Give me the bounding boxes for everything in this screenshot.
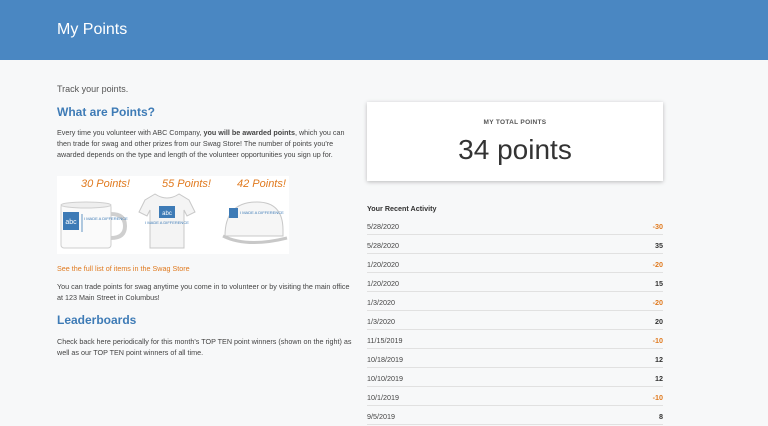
activity-row: 1/3/2020 20 (367, 311, 663, 330)
activity-points: -30 (652, 222, 663, 231)
swag-label-hat: 42 Points! (237, 178, 286, 190)
mug-image: abc I MADE A DIFFERENCE (60, 201, 128, 249)
activity-row: 5/28/2020 -30 (367, 216, 663, 235)
activity-row: 1/20/2020 15 (367, 273, 663, 292)
activity-title: Your Recent Activity (367, 204, 437, 213)
activity-points: 12 (655, 355, 663, 364)
activity-row: 9/5/2019 8 (367, 406, 663, 425)
activity-row: 11/15/2019 -10 (367, 330, 663, 349)
activity-row: 10/1/2019 -10 (367, 387, 663, 406)
activity-points: -20 (652, 260, 663, 269)
activity-date: 10/10/2019 (367, 374, 403, 383)
tagline: Track your points. (57, 84, 129, 94)
page-header: My Points (0, 0, 768, 60)
swag-label-shirt: 55 Points! (162, 178, 211, 190)
activity-points: -20 (652, 298, 663, 307)
hat-image: I MADE A DIFFERENCE (222, 201, 288, 245)
activity-row: 1/20/2020 -20 (367, 254, 663, 273)
page-title: My Points (57, 21, 128, 38)
total-points-value: 34 points (458, 134, 572, 165)
hat-slogan: I MADE A DIFFERENCE (240, 210, 284, 215)
activity-row: 10/10/2019 12 (367, 368, 663, 387)
activity-points: 20 (655, 317, 663, 326)
activity-date: 5/28/2020 (367, 241, 399, 250)
activity-list: 5/28/2020 -30 5/28/2020 35 1/20/2020 -20 1/20/… (367, 216, 663, 425)
shirt-slogan: I MADE A DIFFERENCE (145, 220, 189, 225)
activity-date: 5/28/2020 (367, 222, 399, 231)
total-points-card: MY TOTAL POINTS 34 points (367, 102, 663, 181)
swag-store-link[interactable]: See the full list of items in the Swag S… (57, 264, 190, 273)
mug-brand: abc (65, 219, 77, 226)
swag-label-mug: 30 Points! (81, 178, 130, 190)
activity-date: 10/1/2019 (367, 393, 399, 402)
activity-points: 12 (655, 374, 663, 383)
points-heading: What are Points? (57, 105, 156, 119)
activity-date: 1/3/2020 (367, 298, 395, 307)
activity-row: 1/3/2020 -20 (367, 292, 663, 311)
leaderboards-heading: Leaderboards (57, 313, 137, 327)
activity-row: 5/28/2020 35 (367, 235, 663, 254)
activity-points: -10 (652, 336, 663, 345)
total-points-label: MY TOTAL POINTS (483, 119, 547, 126)
activity-date: 1/3/2020 (367, 317, 395, 326)
points-description: Every time you volunteer with ABC Compan… (57, 127, 353, 160)
leaderboards-text: Check back here periodically for this mo… (57, 337, 352, 357)
activity-row: 10/18/2019 12 (367, 349, 663, 368)
points-description-pre: Every time you volunteer with ABC Compan… (57, 128, 204, 137)
swag-banner: 30 Points! 55 Points! 42 Points! abc I M… (57, 176, 289, 254)
shirt-image: abc I MADE A DIFFERENCE (138, 193, 196, 249)
mug-slogan: I MADE A DIFFERENCE (84, 216, 128, 221)
activity-points: 15 (655, 279, 663, 288)
trade-text: You can trade points for swag anytime yo… (57, 282, 350, 302)
activity-points: -10 (652, 393, 663, 402)
activity-date: 1/20/2020 (367, 279, 399, 288)
points-description-bold: you will be awarded points (203, 128, 295, 137)
activity-points: 35 (655, 241, 663, 250)
activity-date: 1/20/2020 (367, 260, 399, 269)
shirt-brand: abc (162, 211, 172, 217)
activity-points: 8 (659, 412, 663, 421)
activity-date: 9/5/2019 (367, 412, 395, 421)
activity-date: 11/15/2019 (367, 336, 403, 345)
activity-date: 10/18/2019 (367, 355, 403, 364)
